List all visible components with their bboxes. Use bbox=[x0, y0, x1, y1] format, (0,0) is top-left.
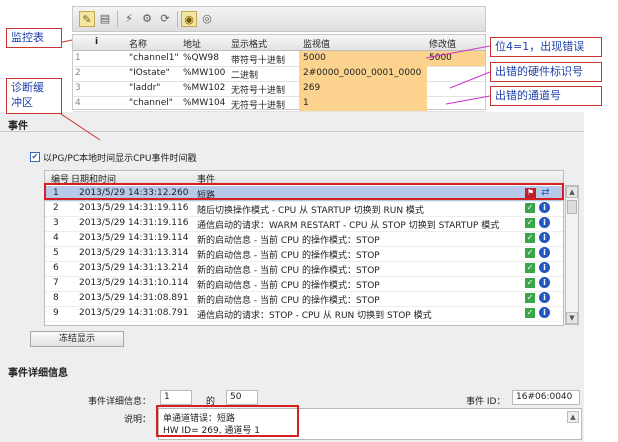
diagnostic-buffer-callout: 诊断缓 冲区 bbox=[6, 78, 62, 114]
channel-callout: 出错的通道号 bbox=[490, 86, 602, 106]
hwid-callout: 出错的硬件标识号 bbox=[490, 62, 602, 82]
diag-callout-line-1: 诊断缓 bbox=[11, 81, 44, 94]
watch-table-callout: 监控表 bbox=[6, 28, 62, 48]
diag-callout-line-2: 冲区 bbox=[11, 96, 33, 109]
callout-line-hwid bbox=[449, 71, 491, 89]
bit4-callout: 位4=1，出现错误 bbox=[490, 37, 602, 57]
callout-line-channel bbox=[445, 95, 491, 105]
callout-line-bit4 bbox=[425, 45, 491, 59]
